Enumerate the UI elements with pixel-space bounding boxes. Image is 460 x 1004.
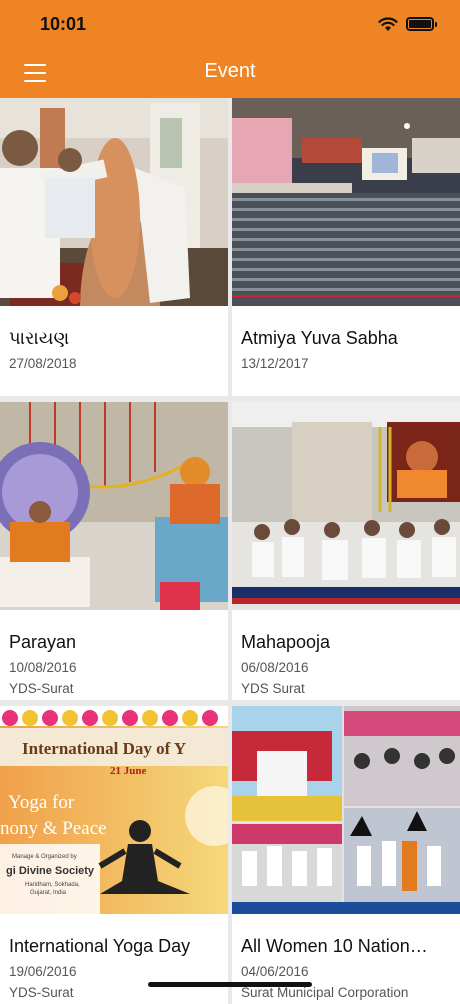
event-name: All Women 10 Nation… (241, 936, 428, 956)
event-place: YDS-Surat (9, 985, 74, 1000)
event-name: પારાયણ (9, 328, 70, 348)
page-title: Event (204, 60, 256, 82)
event-date: 06/08/2016 (241, 660, 309, 675)
battery-icon (406, 17, 437, 31)
event-place: Surat Municipal Corporation (241, 985, 409, 1000)
banner-addr: Haridham, Sokhada, (25, 882, 80, 888)
event-card[interactable]: International Day of Y 21 June Yoga for … (0, 706, 228, 1004)
status-icons (378, 16, 437, 32)
event-date: 27/08/2018 (9, 356, 77, 371)
event-image (232, 98, 460, 306)
banner-line: Yoga for (8, 792, 75, 813)
event-date: 13/12/2017 (241, 356, 309, 371)
event-name: Mahapooja (241, 632, 331, 652)
status-bar: 10:01 (0, 0, 460, 50)
event-name: Parayan (9, 632, 77, 652)
event-card[interactable]: Atmiya Yuva Sabha 13/12/2017 (232, 98, 460, 396)
event-image (0, 402, 228, 610)
event-card[interactable]: Parayan 10/08/2016 YDS-Surat (0, 402, 228, 700)
event-date: 04/06/2016 (241, 964, 309, 979)
event-date: 19/06/2016 (9, 964, 77, 979)
wifi-icon (378, 17, 398, 31)
event-card[interactable]: All Women 10 Nation… 04/06/2016 Surat Mu… (232, 706, 460, 1004)
event-image (0, 98, 228, 306)
event-image: International Day of Y 21 June Yoga for … (0, 706, 228, 914)
event-date: 10/08/2016 (9, 660, 77, 675)
home-indicator[interactable] (148, 982, 312, 987)
banner-title: International Day of Y (22, 739, 186, 758)
banner-addr: Gujarat, India (30, 890, 67, 896)
app-header: 10:01 Event (0, 0, 460, 98)
event-place: YDS-Surat (9, 681, 74, 696)
banner-org: gi Divine Society (6, 865, 95, 877)
banner-line: nony & Peace (0, 818, 107, 839)
event-card[interactable]: Mahapooja 06/08/2016 YDS Surat (232, 402, 460, 700)
event-image (232, 402, 460, 610)
event-card[interactable]: પારાયણ 27/08/2018 (0, 98, 228, 396)
status-time: 10:01 (40, 14, 87, 34)
event-place: YDS Surat (241, 681, 305, 696)
event-name: Atmiya Yuva Sabha (241, 328, 398, 348)
event-image (232, 706, 460, 914)
event-name: International Yoga Day (9, 936, 191, 956)
banner-org-small: Manage & Organized by (12, 854, 77, 860)
banner-date: 21 June (110, 765, 146, 777)
